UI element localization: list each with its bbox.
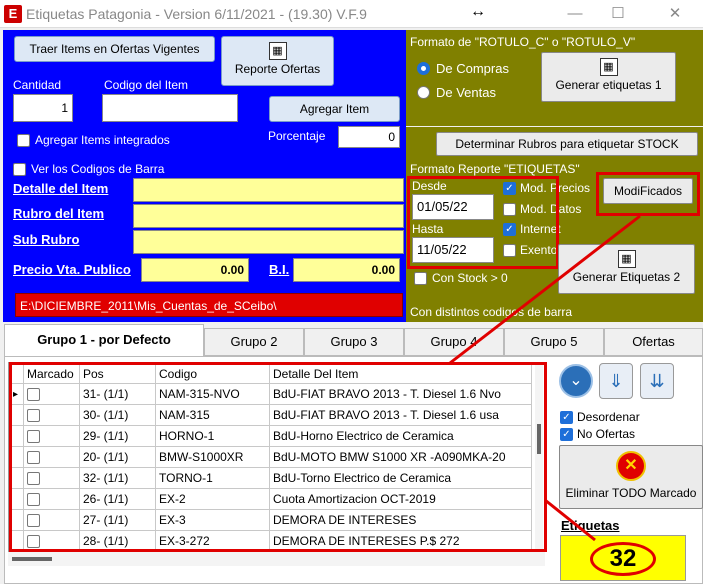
connector-line-bottom [544,498,596,542]
connector-line-top [449,214,641,365]
annotation-lines [449,214,641,542]
